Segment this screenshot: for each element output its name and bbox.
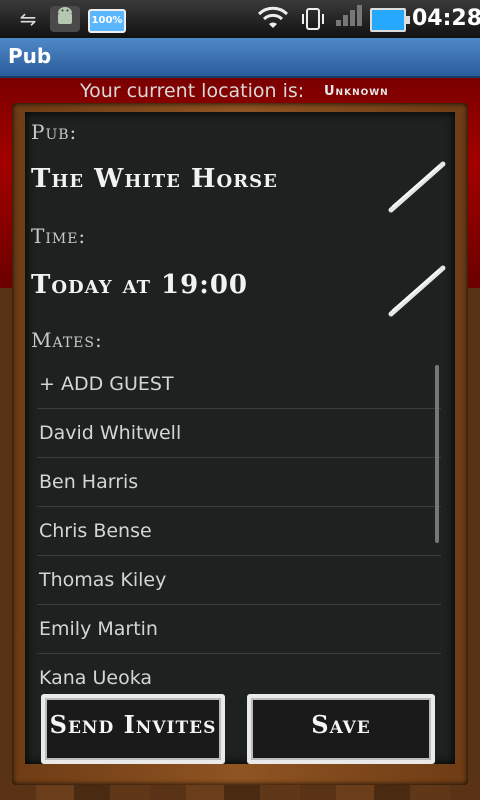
time-label: Time: xyxy=(31,224,87,248)
page-title: Pub xyxy=(8,44,52,68)
mates-label: Mates: xyxy=(31,328,103,352)
edit-time-icon[interactable] xyxy=(387,264,447,317)
vibrate-icon xyxy=(298,6,328,32)
pub-value[interactable]: The White Horse xyxy=(31,164,278,194)
edit-pub-icon[interactable] xyxy=(387,160,447,213)
list-item[interactable]: Emily Martin xyxy=(37,605,441,654)
list-item[interactable]: David Whitwell xyxy=(37,409,441,458)
title-bar: Pub xyxy=(0,38,480,78)
list-item[interactable]: Kana Ueoka xyxy=(37,654,441,690)
location-value: Unknown xyxy=(324,84,389,99)
status-bar: ⇋ 100% 04:28 xyxy=(0,0,480,38)
wifi-icon xyxy=(256,6,290,32)
add-guest-item[interactable]: + ADD GUEST xyxy=(37,360,441,409)
list-item[interactable]: Ben Harris xyxy=(37,458,441,507)
location-label: Your current location is: xyxy=(80,80,305,102)
time-value[interactable]: Today at 19:00 xyxy=(31,270,248,300)
pub-label: Pub: xyxy=(31,120,78,144)
battery-icon xyxy=(370,8,410,32)
battery-percent-icon: 100% xyxy=(88,9,126,33)
location-line: Your current location is: Unknown xyxy=(0,80,480,104)
clock: 04:28 xyxy=(412,6,480,31)
mates-list[interactable]: + ADD GUEST David Whitwell Ben Harris Ch… xyxy=(37,360,441,690)
android-debug-icon xyxy=(50,6,80,32)
chalkboard: Pub: The White Horse Time: Today at 19:0… xyxy=(25,112,455,764)
send-invites-button[interactable]: Send Invites xyxy=(41,694,225,764)
save-button[interactable]: Save xyxy=(247,694,435,764)
usb-icon: ⇋ xyxy=(19,7,37,31)
signal-icon xyxy=(334,5,364,32)
list-item[interactable]: Chris Bense xyxy=(37,507,441,556)
list-scrollbar[interactable] xyxy=(435,365,439,543)
list-item[interactable]: Thomas Kiley xyxy=(37,556,441,605)
